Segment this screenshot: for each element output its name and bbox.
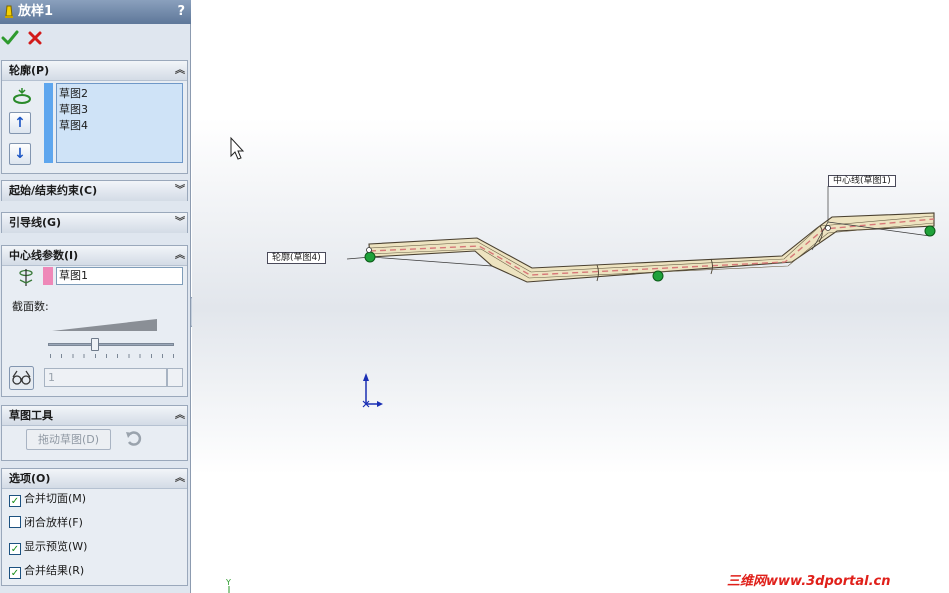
option-label: 显示预览(W) [24,540,88,553]
profile-callout[interactable]: 轮廓(草图4) [267,252,326,264]
loft-preview-model [228,136,936,593]
cancel-button[interactable] [26,29,44,47]
guide-curves-header[interactable]: 引导线(G) ︾ [2,213,187,233]
watermark: 三维网www.3dportal.cn [727,574,891,589]
option-show-preview[interactable]: ✓ 显示预览(W) [9,540,88,555]
merge-tangent-checkbox[interactable]: ✓ [9,495,21,507]
profile-color-bar [44,83,53,163]
chevron-down-icon: ︾ [175,185,185,196]
option-merge-tangent[interactable]: ✓ 合并切面(M) [9,492,87,507]
profile-group-header[interactable]: 轮廓(P) ︽ [2,61,187,81]
centerline-params-title: 中心线参数(I) [9,249,79,262]
close-loft-checkbox[interactable] [9,516,21,528]
move-up-button[interactable]: ↑ [9,112,31,134]
arrow-up-icon: ↑ [14,115,26,131]
centerline-params-group: 中心线参数(I) ︽ 草图1 截面数: 1 [1,245,188,397]
chevron-up-icon: ︽ [175,410,185,421]
option-label: 闭合放样(F) [24,516,83,529]
start-end-constraints-title: 起始/结束约束(C) [9,184,98,197]
centerline-icon [19,269,33,286]
triad-y-label: Y [226,578,231,587]
options-group: 选项(O) ︽ ✓ 合并切面(M) 闭合放样(F) ✓ 显示预览(W) ✓ 合并结果(… [1,468,188,586]
profile-end-handle[interactable] [924,225,936,237]
sections-slider-track[interactable] [48,343,174,346]
option-merge-result[interactable]: ✓ 合并结果(R) [9,564,85,579]
chevron-up-icon: ︽ [175,250,185,261]
sections-spinner[interactable] [167,368,183,387]
ok-button[interactable] [1,29,19,47]
start-end-constraints-header[interactable]: 起始/结束约束(C) ︾ [2,181,187,201]
sketch-tools-title: 草图工具 [9,409,53,422]
reference-triad-icon [362,373,383,408]
chevron-up-icon: ︽ [175,473,185,484]
sections-label: 截面数: [12,300,49,313]
merge-result-checkbox[interactable]: ✓ [9,567,21,579]
mouse-cursor-icon [230,136,245,160]
move-down-button[interactable]: ↓ [9,143,31,165]
check-icon [1,30,19,45]
profile-start-handle[interactable] [364,251,376,263]
profile-group-title: 轮廓(P) [9,64,50,77]
profile-list-item[interactable]: 草图2 [59,86,180,102]
profile-group: 轮廓(P) ︽ ↑ ↓ 草图2 草图3 草图4 [1,60,188,174]
show-preview-checkbox[interactable]: ✓ [9,543,21,555]
undo-icon[interactable] [124,430,144,448]
start-end-constraints-group[interactable]: 起始/结束约束(C) ︾ [1,180,188,201]
section-handle[interactable] [652,270,664,282]
guide-curves-group[interactable]: 引导线(G) ︾ [1,212,188,233]
sections-ramp-graphic [52,319,157,331]
sections-count-field[interactable]: 1 [44,368,167,387]
help-icon[interactable]: ? [177,0,185,24]
option-label: 合并切面(M) [24,492,87,505]
options-title: 选项(O) [9,472,51,485]
show-sections-button[interactable] [9,366,34,390]
profile-list-item[interactable]: 草图4 [59,118,180,134]
centerline-params-header[interactable]: 中心线参数(I) ︽ [2,246,187,266]
sections-slider-thumb[interactable] [91,338,99,351]
option-label: 合并结果(R) [24,564,85,577]
pm-title-bar: 放样1 ? [0,0,191,24]
centerline-end-point [366,247,372,253]
centerline-sketch-field[interactable]: 草图1 [56,267,183,285]
chevron-up-icon: ︽ [175,65,185,76]
drag-sketch-button[interactable]: 拖动草图(D) [26,429,111,450]
sections-slider-ticks [50,354,174,358]
loft-feature-icon [5,5,13,18]
graphics-viewport[interactable]: 轮廓(草图4) 中心线(草图1) Y 三维网www.3dportal.cn [192,0,949,593]
chevron-down-icon: ︾ [175,217,185,228]
centerline-vertex-point [825,225,831,231]
pm-title: 放样1 [18,4,54,19]
profile-list[interactable]: 草图2 草图3 草图4 [56,83,183,163]
property-manager: 放样1 ? 轮廓(P) ︽ ↑ ↓ 草图2 草图3 草图4 起始/结束约束(C)… [0,0,191,593]
arrow-down-icon: ↓ [14,146,26,162]
centerline-color-swatch [43,267,53,285]
profile-select-icon [13,88,31,104]
option-close-loft[interactable]: 闭合放样(F) [9,516,83,530]
centerline-callout[interactable]: 中心线(草图1) [828,175,896,187]
guide-curves-title: 引导线(G) [9,216,62,229]
profile-list-item[interactable]: 草图3 [59,102,180,118]
options-header[interactable]: 选项(O) ︽ [2,469,187,489]
sketch-tools-group: 草图工具 ︽ 拖动草图(D) [1,405,188,461]
x-icon [28,31,42,45]
sketch-tools-header[interactable]: 草图工具 ︽ [2,406,187,426]
